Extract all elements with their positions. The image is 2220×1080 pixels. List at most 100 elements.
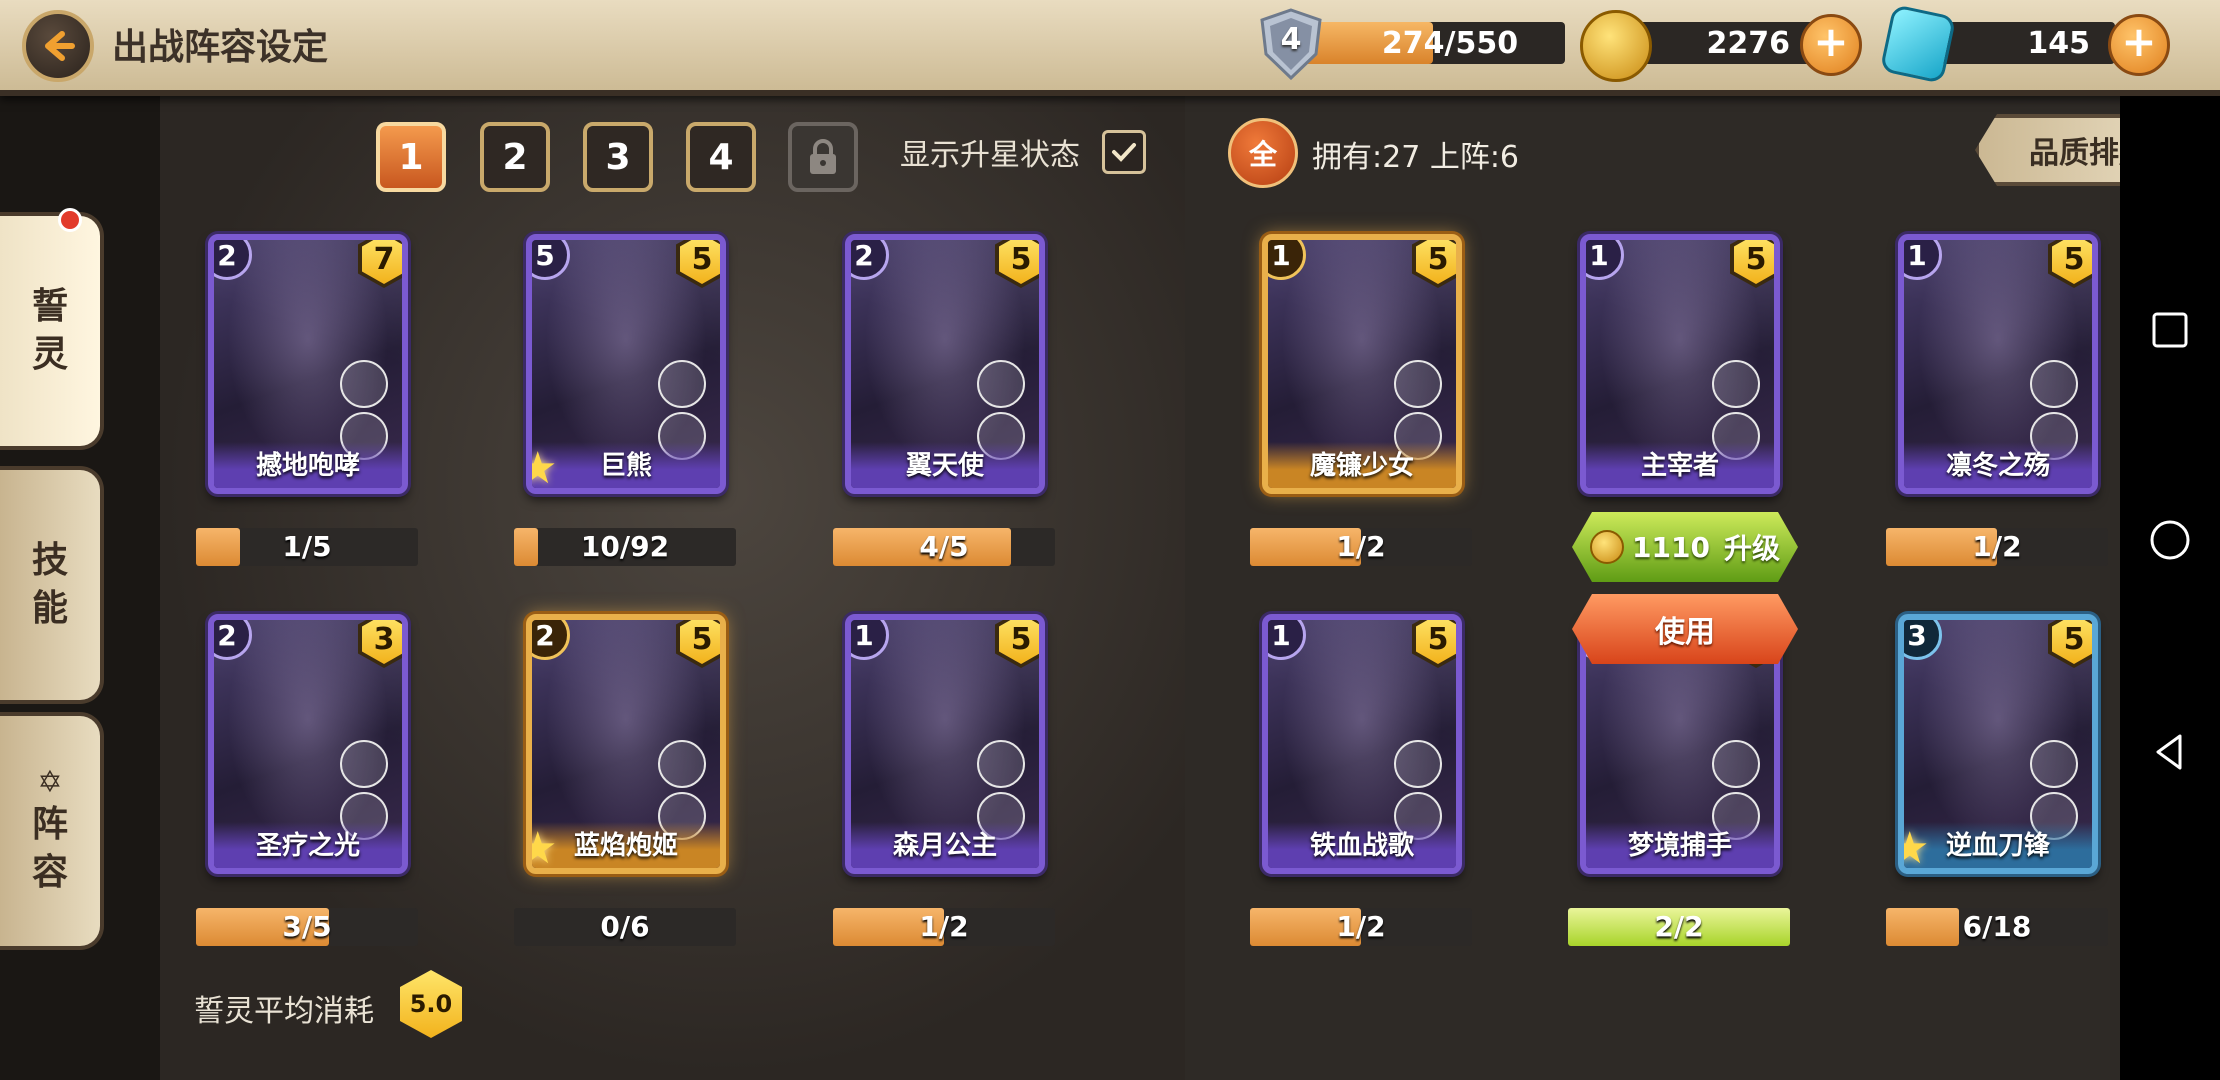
progress-bar: 2/2 [1568,908,1790,946]
upgrade-label: 升级 [1723,532,1780,565]
star-level-value: 5 [680,620,720,664]
card-name: 巨熊 [599,451,652,481]
gold-coin-icon [1590,530,1624,564]
filter-all-button[interactable]: 全 [1228,118,1298,188]
team-slot-4[interactable]: 4 [686,122,756,192]
card-name: 梦境捕手 [1627,831,1732,861]
recent-apps-icon[interactable] [2148,308,2192,352]
page-title: 出战阵容设定 [112,27,329,68]
star-icon: ★ [532,823,557,868]
tab-spirits[interactable]: 誓 灵 [0,212,104,450]
show-star-status-label: 显示升星状态 [900,138,1080,173]
progress-text: 1/5 [282,530,332,563]
lineup-emblem-icon: ✡ [37,765,63,800]
progress-text: 2/2 [1654,910,1704,943]
progress-bar: 6/18 [1886,908,2108,946]
tab-skills[interactable]: 技 能 [0,466,104,704]
star-level-value: 5 [1734,240,1774,284]
tab-lineup[interactable]: ✡ 阵 容 [0,712,104,950]
back-nav-icon[interactable] [2148,730,2192,774]
class-icon [1394,740,1442,788]
card-name: 森月公主 [892,831,997,861]
progress-text: 3/5 [282,910,332,943]
back-button[interactable] [22,10,94,82]
progress-bar: 3/5 [196,908,418,946]
class-icon [977,740,1025,788]
star-level-value: 5 [2052,620,2092,664]
class-icon [1712,740,1760,788]
star-level-value: 7 [362,240,402,284]
card-name: 撼地咆哮 [255,451,360,481]
class-icon [1394,360,1442,408]
star-level-value: 5 [680,240,720,284]
checkmark-icon [1112,143,1136,162]
lineup-card[interactable]: 圣疗之光 2 3 [208,614,408,874]
class-icon [2030,360,2078,408]
add-gold-button[interactable]: + [1800,14,1862,76]
card-name: 翼天使 [905,451,984,481]
use-button[interactable]: 使用 [1572,594,1798,664]
class-icon [340,740,388,788]
card-name: 逆血刀锋 [1945,831,2050,861]
progress-text: 6/18 [1962,910,2032,943]
owned-count: 拥有:27 上阵:6 [1312,140,1520,175]
collection-card[interactable]: 凛冬之殇 1 5 [1898,234,2098,494]
star-level-value: 5 [2052,240,2092,284]
system-navbar [2120,96,2220,1080]
progress-bar: 1/2 [1886,528,2108,566]
class-icon [658,360,706,408]
card-name: 圣疗之光 [255,831,360,861]
gold-value: 2276 [1706,26,1791,61]
lineup-card[interactable]: 蓝焰炮姬25★ [526,614,726,874]
progress-bar: 1/2 [1250,528,1472,566]
arrow-left-icon [45,31,75,61]
star-icon: ★ [1904,823,1929,868]
lineup-card[interactable]: 森月公主 1 5 [845,614,1045,874]
tab-spirits-label-2: 灵 [31,334,68,375]
card-name: 主宰者 [1640,451,1719,481]
progress-text: 1/2 [1972,530,2022,563]
stamina-value: 274/550 [1381,26,1519,61]
progress-bar: 1/2 [1250,908,1472,946]
lock-icon [810,139,836,174]
class-icon [977,360,1025,408]
progress-text: 1/2 [1336,910,1386,943]
progress-text: 1/2 [1336,530,1386,563]
class-icon [1712,360,1760,408]
tab-lineup-label-2: 容 [31,852,68,893]
card-name: 魔镰少女 [1309,451,1414,481]
tab-spirits-label-1: 誓 [31,286,68,327]
lineup-card[interactable]: 翼天使 2 5 [845,234,1045,494]
collection-card[interactable]: 铁血战歌 1 5 [1262,614,1462,874]
collection-card[interactable]: 逆血刀锋35★ [1898,614,2098,874]
card-name: 凛冬之殇 [1945,451,2050,481]
progress-bar: 1/5 [196,528,418,566]
star-level-value: 5 [1416,620,1456,664]
team-slot-2[interactable]: 2 [480,122,550,192]
show-star-status-checkbox[interactable] [1102,130,1146,174]
star-level-value: 5 [999,620,1039,664]
lineup-card[interactable]: 撼地咆哮 2 7 [208,234,408,494]
progress-text: 0/6 [600,910,650,943]
notification-dot [58,208,82,232]
progress-bar: 1/2 [833,908,1055,946]
stamina-display: 274/550 [1300,18,1565,68]
lineup-card[interactable]: 巨熊55★ [526,234,726,494]
upgrade-button[interactable]: 1110 升级 [1572,512,1798,582]
team-slot-locked[interactable] [788,122,858,192]
home-icon[interactable] [2148,518,2192,562]
upgrade-cost: 1110 [1632,530,1710,564]
team-slot-1[interactable]: 1 [376,122,446,192]
level-value: 4 [1280,22,1302,57]
progress-text: 10/92 [580,530,670,563]
star-level-value: 5 [999,240,1039,284]
tab-skills-label-1: 技 [31,540,68,581]
collection-card[interactable]: 主宰者 1 5 [1580,234,1780,494]
gem-value: 145 [2027,26,2090,61]
add-gems-button[interactable]: + [2108,14,2170,76]
collection-card[interactable]: 魔镰少女 1 5 [1262,234,1462,494]
star-level-value: 5 [1416,240,1456,284]
tab-lineup-label-1: 阵 [31,804,68,845]
card-name: 蓝焰炮姬 [573,831,678,861]
team-slot-3[interactable]: 3 [583,122,653,192]
